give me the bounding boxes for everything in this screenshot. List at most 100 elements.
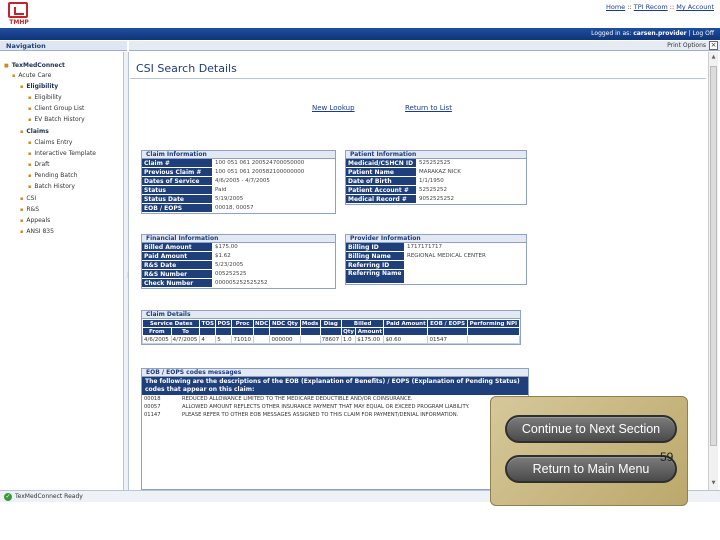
- vertical-scrollbar[interactable]: ▲ ▼: [708, 52, 718, 490]
- navigation-header: Navigation: [0, 41, 127, 51]
- sidebar-item-claims[interactable]: ▪ Claims: [20, 128, 49, 135]
- bullet-icon: ▪: [20, 229, 24, 235]
- kv-row: Medicaid/CSHCN ID 525252525: [346, 159, 526, 168]
- bullet-icon: ▪: [28, 173, 32, 179]
- new-lookup-link[interactable]: New Lookup: [312, 104, 355, 112]
- print-options-link[interactable]: Print Options: [667, 42, 706, 49]
- scroll-up-icon[interactable]: ▲: [710, 54, 717, 61]
- bullet-icon: ▪: [20, 129, 24, 135]
- logoff-link[interactable]: Log Off: [693, 30, 714, 37]
- kv-row: Dates of Service 4/6/2005 - 4/7/2005: [142, 177, 335, 186]
- panel-title: Financial Information: [142, 235, 335, 243]
- panel-title: EOB / EOPS codes messages: [142, 369, 528, 377]
- home-link[interactable]: Home: [606, 3, 625, 11]
- return-to-main-menu-button[interactable]: Return to Main Menu: [505, 455, 677, 483]
- logo-text: TMHP: [9, 19, 29, 26]
- print-bar: Print Options ×: [129, 41, 720, 51]
- logged-in-info: Logged in as: carsen.provider | Log Off: [591, 30, 714, 37]
- bullet-icon: ▪: [28, 106, 32, 112]
- sidebar-item-draft[interactable]: ▪ Draft: [28, 161, 50, 168]
- kv-row: Medical Record #9052525252: [346, 195, 526, 204]
- folder-icon: ■: [4, 63, 9, 69]
- slide-number: 59: [660, 450, 674, 464]
- bullet-icon: ▪: [12, 73, 16, 79]
- sidebar-item-claims-entry[interactable]: ▪ Claims Entry: [28, 139, 72, 146]
- panel-title: Patient Information: [346, 151, 526, 159]
- eob-row: 00018 REDUCED ALLOWANCE LIMITED TO THE ME…: [144, 396, 413, 402]
- table-subheader-row: From To Qty Amount: [142, 327, 521, 336]
- navigation-overlay: Continue to Next Section Return to Main …: [490, 396, 688, 506]
- kv-row: Referring Name: [346, 270, 526, 284]
- bullet-icon: ▪: [20, 196, 24, 202]
- sidebar-item-batch-history[interactable]: ▪ Batch History: [28, 183, 75, 190]
- title-divider: [130, 78, 706, 79]
- sidebar-item-eligibility[interactable]: ▪ Eligibility: [20, 83, 58, 90]
- kv-row: EOB / EOPS 00018, 00057: [142, 204, 335, 213]
- claim-information-panel: Claim Information Claim #100 051 061 200…: [141, 150, 336, 214]
- kv-row: Billing ID 1717171717: [346, 243, 526, 252]
- financial-information-panel: Financial Information Billed Amount $175.…: [141, 234, 336, 289]
- claim-details-table: Service Dates TOS POS Proc NDC NDC Qty M…: [141, 319, 521, 344]
- sidebar-item-eligibility-sub[interactable]: ▪ Eligibility: [28, 94, 62, 101]
- kv-row: Patient Name MARAKAZ NICK: [346, 168, 526, 177]
- sidebar-item-csi[interactable]: ▪ CSI: [20, 195, 36, 202]
- kv-row: Check Number 000005252525252: [142, 279, 335, 288]
- kv-row: Patient Account #52525252: [346, 186, 526, 195]
- sidebar-item-rs[interactable]: ▪ R&S: [20, 206, 39, 213]
- tmhp-logo: TMHP: [4, 2, 34, 28]
- return-to-list-link[interactable]: Return to List: [405, 104, 452, 112]
- sidebar-item-client-group-list[interactable]: ▪ Client Group List: [28, 105, 84, 112]
- bullet-icon: ▪: [28, 140, 32, 146]
- bullet-icon: ▪: [20, 84, 24, 90]
- kv-row: Referring ID: [346, 261, 526, 270]
- panel-title: Provider Information: [346, 235, 526, 243]
- sidebar-item-acute-care[interactable]: ▪ Acute Care: [12, 72, 51, 79]
- kv-row: Paid Amount $1.62: [142, 252, 335, 261]
- sidebar: ■ TexMedConnect ▪ Acute Care ▪ Eligibility …: [0, 52, 124, 490]
- check-icon: ✓: [4, 493, 12, 501]
- panel-title: Claim Information: [142, 151, 335, 159]
- bullet-icon: ▪: [28, 117, 32, 123]
- bullet-icon: ▪: [20, 218, 24, 224]
- table-header-row: Service Dates TOS POS Proc NDC NDC Qty M…: [141, 319, 521, 328]
- kv-row: Status Paid: [142, 186, 335, 195]
- kv-row: Billed Amount $175.00: [142, 243, 335, 252]
- scroll-thumb[interactable]: [710, 66, 717, 446]
- kv-row: R&S Date 5/23/2005: [142, 261, 335, 270]
- bullet-icon: ▪: [20, 207, 24, 213]
- sidebar-splitter[interactable]: ⋮: [124, 52, 131, 490]
- table-row: 4/6/2005 4/7/2005 4 5 71010 000000 78607…: [142, 335, 521, 344]
- kv-row: Previous Claim #100 051 061 200582100000…: [142, 168, 335, 177]
- tpi-recom-link[interactable]: TPI Recom: [634, 3, 668, 11]
- claim-details-panel: Claim Details Service Dates TOS POS Proc…: [141, 310, 521, 345]
- kv-row: R&S Number 005252525: [142, 270, 335, 279]
- top-links: Home :: TPI Recom :: My Account: [605, 3, 714, 11]
- continue-to-next-section-button[interactable]: Continue to Next Section: [505, 415, 677, 443]
- eob-codes-panel: EOB / EOPS codes messages The following …: [141, 368, 529, 490]
- bullet-icon: ▪: [28, 162, 32, 168]
- kv-row: Billing Name REGIONAL MEDICAL CENTER: [346, 252, 526, 261]
- my-account-link[interactable]: My Account: [676, 3, 714, 11]
- provider-information-panel: Provider Information Billing ID 171717171…: [345, 234, 527, 285]
- logged-in-user: carsen.provider: [633, 30, 687, 37]
- kv-row: Date of Birth 1/1/1950: [346, 177, 526, 186]
- sidebar-item-texmedconnect[interactable]: ■ TexMedConnect: [4, 62, 65, 69]
- kv-row: Claim #100 051 061 200524700050000: [142, 159, 335, 168]
- kv-row: Status Date 5/19/2005: [142, 195, 335, 204]
- bullet-icon: ▪: [28, 95, 32, 101]
- page-title: CSI Search Details: [136, 62, 237, 75]
- bullet-icon: ▪: [28, 184, 32, 190]
- status-text: TexMedConnect Ready: [15, 493, 83, 500]
- panel-title: Claim Details: [142, 311, 520, 319]
- close-icon[interactable]: ×: [709, 41, 718, 50]
- scroll-down-icon[interactable]: ▼: [710, 480, 717, 487]
- eob-row: 00057 ALLOWED AMOUNT REFLECTS OTHER INSUR…: [144, 404, 470, 410]
- sidebar-item-appeals[interactable]: ▪ Appeals: [20, 217, 50, 224]
- eob-row: 01147 PLEASE REFER TO OTHER EOB MESSAGES …: [144, 412, 459, 418]
- sidebar-item-pending-batch[interactable]: ▪ Pending Batch: [28, 172, 78, 179]
- sidebar-item-interactive-template[interactable]: ▪ Interactive Template: [28, 150, 96, 157]
- sidebar-item-ansi-835[interactable]: ▪ ANSI 835: [20, 228, 54, 235]
- patient-information-panel: Patient Information Medicaid/CSHCN ID 525…: [345, 150, 527, 205]
- bullet-icon: ▪: [28, 151, 32, 157]
- sidebar-item-ev-batch-history[interactable]: ▪ EV Batch History: [28, 116, 85, 123]
